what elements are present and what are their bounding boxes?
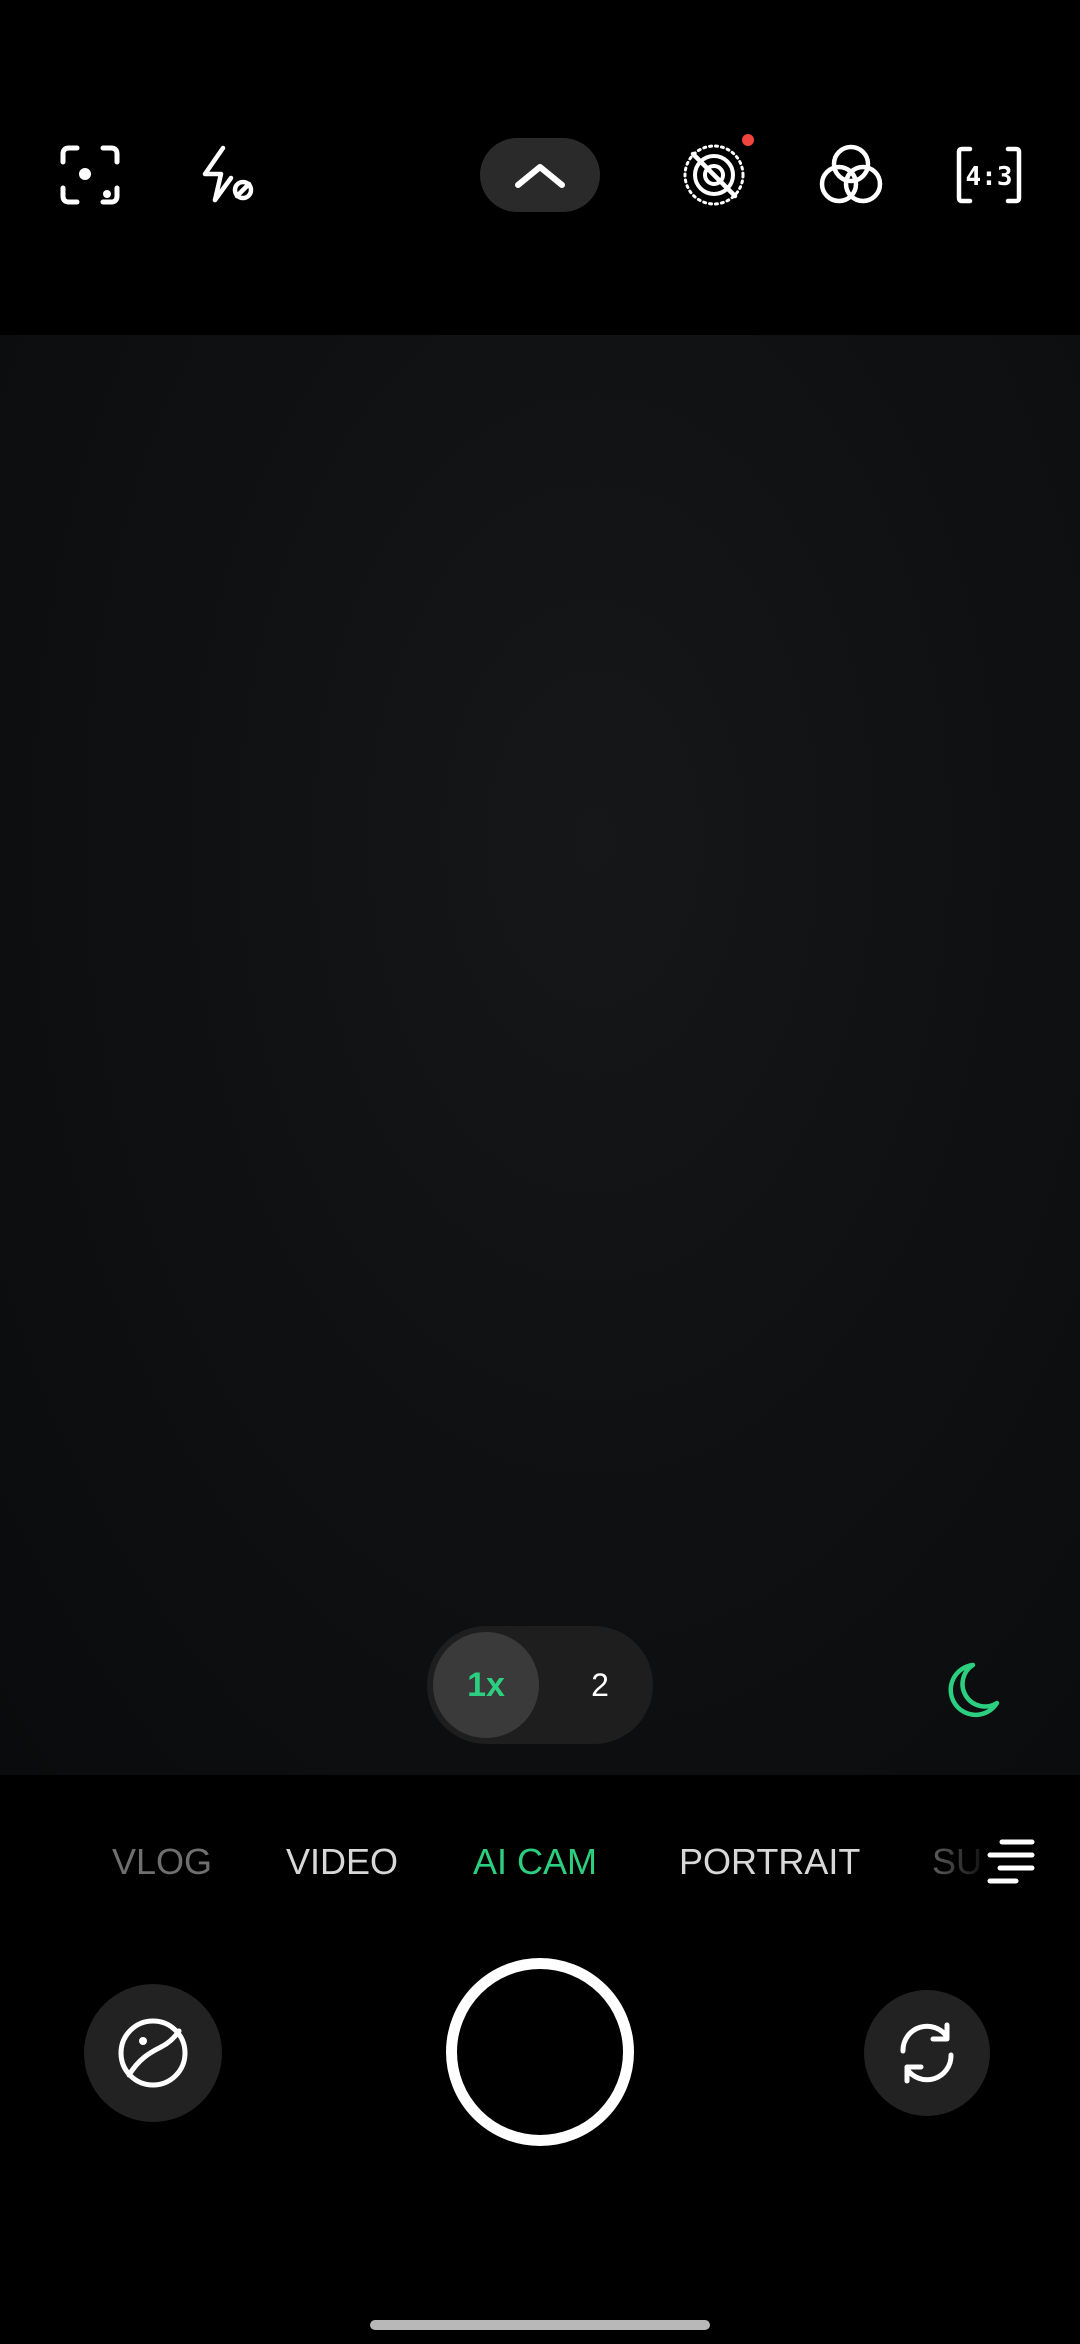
filters-icon[interactable] xyxy=(808,132,894,218)
zoom-option-2x[interactable]: 2 xyxy=(547,1632,653,1738)
mode-portrait[interactable]: PORTRAIT xyxy=(679,1825,860,1899)
gallery-button[interactable] xyxy=(84,1984,222,2122)
mode-video[interactable]: VIDEO xyxy=(286,1825,398,1899)
zoom-option-active[interactable]: 1x xyxy=(433,1632,539,1738)
switch-camera-icon xyxy=(900,2022,954,2084)
gallery-icon xyxy=(118,2018,188,2088)
more-modes-button[interactable] xyxy=(980,1836,1040,1888)
home-indicator[interactable] xyxy=(370,2320,710,2330)
aspect-ratio-label: 4:3 xyxy=(966,162,1013,192)
zoom-active-label: 1x xyxy=(467,1665,505,1704)
scan-icon[interactable] xyxy=(47,132,133,218)
flash-off-icon[interactable] xyxy=(185,132,271,218)
night-mode-button[interactable] xyxy=(930,1650,1010,1730)
moon-icon xyxy=(948,1662,1000,1718)
top-toolbar: 4:3 xyxy=(0,0,1080,335)
camera-viewfinder[interactable] xyxy=(0,335,1080,1775)
menu-lines-icon xyxy=(987,1839,1035,1884)
expand-controls-button[interactable] xyxy=(480,138,600,212)
shutter-button[interactable] xyxy=(446,1958,634,2146)
zoom-selector: 1x 2 xyxy=(427,1626,653,1744)
mode-ai-cam[interactable]: AI CAM xyxy=(473,1825,597,1899)
mode-selector: VLOG VIDEO AI CAM PORTRAIT SU xyxy=(0,1825,1080,1899)
mode-vlog[interactable]: VLOG xyxy=(112,1825,212,1899)
aspect-ratio-button[interactable]: 4:3 xyxy=(946,132,1032,218)
chevron-up-icon xyxy=(515,164,565,188)
zoom-other-label: 2 xyxy=(591,1666,609,1703)
switch-camera-button[interactable] xyxy=(864,1990,990,2116)
notification-dot xyxy=(742,134,754,146)
